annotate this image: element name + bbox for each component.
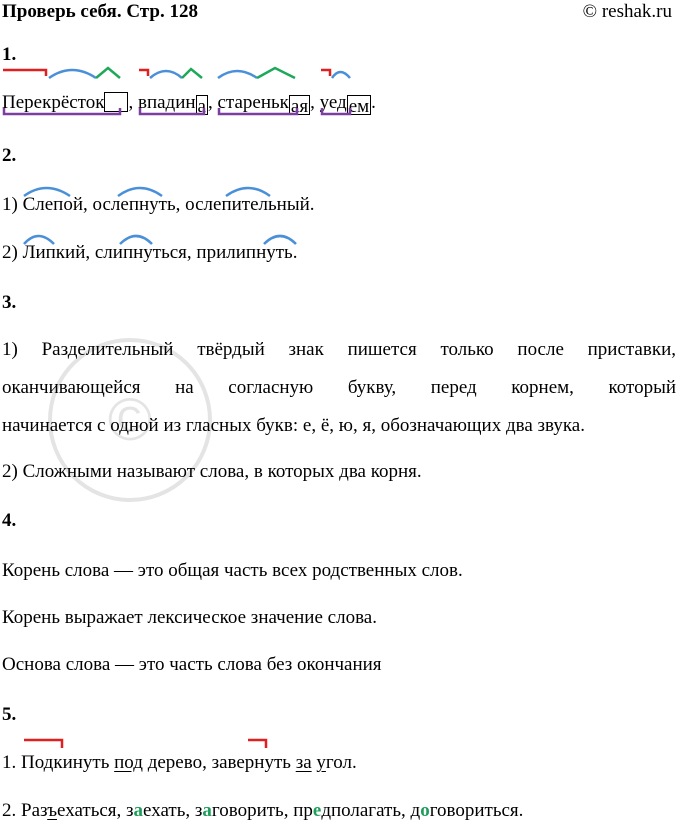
site-credit: © reshak.ru (582, 1, 672, 22)
word-starenkaya: стареньк (217, 66, 299, 116)
task-2-line-2: 2) Липкий, слипнуться, прилипнуть. (2, 242, 298, 263)
task-3-p1-line-3: начинается с одной из гласных букв: е, ё… (2, 415, 585, 436)
word-uedem: уед (320, 68, 351, 116)
ending-box: ем (346, 95, 372, 117)
task-3-p2: 2) Сложными называют слова, в которых дв… (2, 461, 422, 482)
task-4-label: 4. (2, 510, 17, 531)
task-5-line-2: 2. Разъехаться, заехать, заговорить, пре… (2, 800, 524, 821)
task-3-p1-line-2: оканчивающейся на согласную букву, перед… (2, 377, 676, 398)
task-2-line-1: 1) Слепой, ослепнуть, ослепительный. (2, 194, 315, 215)
ending-box: ая (288, 95, 311, 117)
ending-box (104, 92, 129, 112)
task-5-label: 5. (2, 704, 17, 725)
task-4-line-1: Корень слова — это общая часть всех родс… (2, 560, 463, 581)
task-5-line-1: 1. Подкинуть под дерево, завернуть за уг… (2, 752, 357, 773)
prefix-marks-icon (24, 738, 268, 748)
task-1-words: Перекрёсток, впадин а, стареньк ая, уед ем. (2, 66, 376, 117)
task-2-label: 2. (2, 145, 17, 166)
task-4-line-2: Корень выражает лексическое значение сло… (2, 607, 377, 628)
task-3-p1-line-1: 1) Разделительный твёрдый знак пишется т… (2, 339, 676, 360)
ending-box: а (195, 95, 208, 117)
task-3-label: 3. (2, 292, 17, 313)
task-4-line-3: Основа слова — это часть слова без оконч… (2, 654, 382, 675)
page-title: Проверь себя. Стр. 128 (2, 1, 198, 22)
task-1-label: 1. (2, 44, 17, 65)
word-vpadina: впадин (138, 67, 206, 116)
word-perekrestok: Перекрёсток (2, 66, 122, 116)
